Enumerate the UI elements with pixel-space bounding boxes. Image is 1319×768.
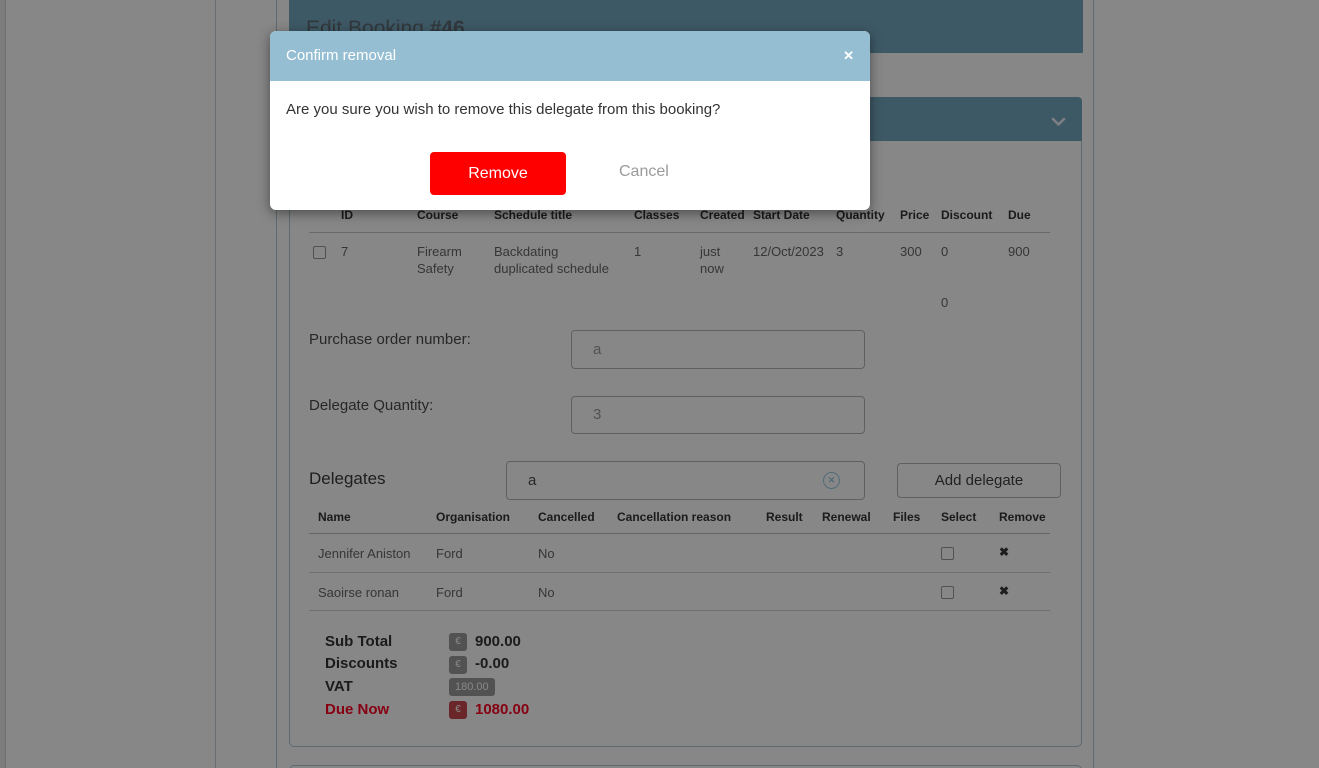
modal-title: Confirm removal xyxy=(286,47,396,64)
close-icon[interactable]: ✕ xyxy=(843,31,854,81)
modal-message: Are you sure you wish to remove this del… xyxy=(286,101,720,118)
edit-booking-page: Edit Booking #46 ID Course Schedule titl… xyxy=(0,0,1319,768)
cancel-button[interactable]: Cancel xyxy=(619,163,669,181)
modal-header: Confirm removal ✕ xyxy=(270,31,870,81)
confirm-removal-modal: Confirm removal ✕ Are you sure you wish … xyxy=(270,31,870,210)
remove-button[interactable]: Remove xyxy=(430,152,566,195)
